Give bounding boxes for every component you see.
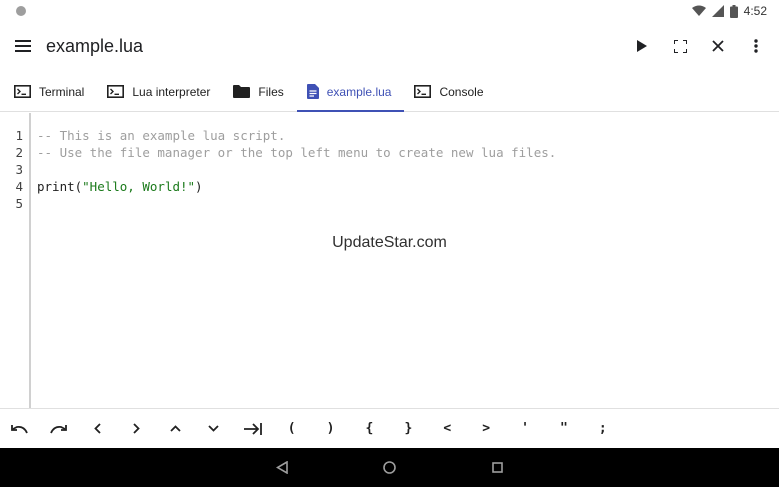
code-comment: -- Use the file manager or the top left … <box>37 145 557 160</box>
tab-key-button[interactable] <box>233 409 272 449</box>
symbol-key-semicolon[interactable]: ; <box>583 409 622 449</box>
symbol-key-greater-than[interactable]: > <box>467 409 506 449</box>
line-number: 5 <box>15 196 23 211</box>
more-vert-icon <box>754 39 758 53</box>
notification-dot-icon <box>16 6 26 16</box>
tab-label: example.lua <box>326 84 392 99</box>
tab-label: Console <box>439 84 484 99</box>
tab-key-icon <box>243 422 262 435</box>
tab-example-lua[interactable]: example.lua <box>296 72 405 112</box>
code-text[interactable]: -- This is an example lua script. -- Use… <box>37 127 556 212</box>
terminal-icon <box>107 85 125 98</box>
watermark-text: UpdateStar.com <box>332 234 447 251</box>
home-button[interactable] <box>378 456 402 480</box>
cursor-right-button[interactable] <box>117 409 156 449</box>
run-button[interactable] <box>623 26 661 66</box>
line-number: 1 <box>15 128 23 143</box>
tab-label: Files <box>258 84 284 99</box>
chevron-up-icon <box>169 425 181 432</box>
code-editor[interactable]: 1 2 3 4 5 -- This is an example lua scri… <box>0 113 779 408</box>
line-number: 3 <box>15 162 23 177</box>
code-comment: -- This is an example lua script. <box>37 128 286 143</box>
tab-files[interactable]: Files <box>223 72 296 111</box>
battery-icon <box>729 4 738 18</box>
redo-button[interactable] <box>39 409 78 449</box>
menu-button[interactable] <box>0 22 46 70</box>
back-button[interactable] <box>270 456 294 480</box>
wifi-icon <box>691 5 706 16</box>
app-bar: example.lua <box>0 22 779 70</box>
symbol-key-close-brace[interactable]: } <box>389 409 428 449</box>
symbol-key-less-than[interactable]: < <box>428 409 467 449</box>
status-icons: 4:52 <box>691 4 767 18</box>
symbol-key-open-brace[interactable]: { <box>350 409 389 449</box>
app-actions <box>623 26 775 66</box>
recents-square-icon <box>492 462 503 473</box>
cursor-down-button[interactable] <box>194 409 233 449</box>
tab-terminal[interactable]: Terminal <box>4 72 97 111</box>
back-triangle-icon <box>275 461 288 474</box>
code-line: -- Use the file manager or the top left … <box>37 144 556 161</box>
code-paren: ) <box>195 179 203 194</box>
terminal-icon <box>414 85 432 98</box>
play-icon <box>637 40 647 52</box>
close-button[interactable] <box>699 26 737 66</box>
recents-button[interactable] <box>486 456 510 480</box>
tab-console[interactable]: Console <box>404 72 496 111</box>
tab-label: Terminal <box>39 84 85 99</box>
symbol-key-single-quote[interactable]: ' <box>506 409 545 449</box>
chevron-left-icon <box>93 423 101 434</box>
overflow-menu-button[interactable] <box>737 26 775 66</box>
redo-icon <box>50 424 67 433</box>
undo-icon <box>11 424 28 433</box>
home-circle-icon <box>383 461 396 474</box>
status-bar: 4:52 <box>0 0 779 22</box>
line-number-gutter: 1 2 3 4 5 <box>0 113 31 408</box>
tab-label: Lua interpreter <box>132 84 211 99</box>
cursor-left-button[interactable] <box>78 409 117 449</box>
line-number: 2 <box>15 145 23 160</box>
tab-bar: Terminal Lua interpreter Files example.l… <box>0 72 779 112</box>
cell-signal-icon <box>711 5 724 17</box>
chevron-down-icon <box>208 425 220 432</box>
symbol-key-double-quote[interactable]: " <box>544 409 583 449</box>
code-function-call: print( <box>37 179 83 194</box>
close-icon <box>712 40 724 52</box>
status-time: 4:52 <box>743 4 767 18</box>
fullscreen-button[interactable] <box>661 26 699 66</box>
hamburger-menu-icon <box>15 40 31 52</box>
line-number: 4 <box>15 179 23 194</box>
fullscreen-icon <box>673 39 687 53</box>
symbol-key-close-paren[interactable]: ) <box>311 409 350 449</box>
app-title: example.lua <box>46 35 144 56</box>
chevron-right-icon <box>132 423 140 434</box>
symbol-toolbar: ( ) { } < > ' " ; <box>0 408 779 448</box>
cursor-up-button[interactable] <box>156 409 195 449</box>
code-string: "Hello, World!" <box>82 179 196 194</box>
system-nav-bar <box>0 448 779 487</box>
code-line: print("Hello, World!") <box>37 178 556 195</box>
tab-lua-interpreter[interactable]: Lua interpreter <box>97 72 223 111</box>
folder-icon <box>233 85 251 98</box>
terminal-icon <box>14 85 31 98</box>
code-line: -- This is an example lua script. <box>37 127 556 144</box>
symbol-key-open-paren[interactable]: ( <box>272 409 311 449</box>
undo-button[interactable] <box>0 409 39 449</box>
document-icon <box>306 84 319 99</box>
